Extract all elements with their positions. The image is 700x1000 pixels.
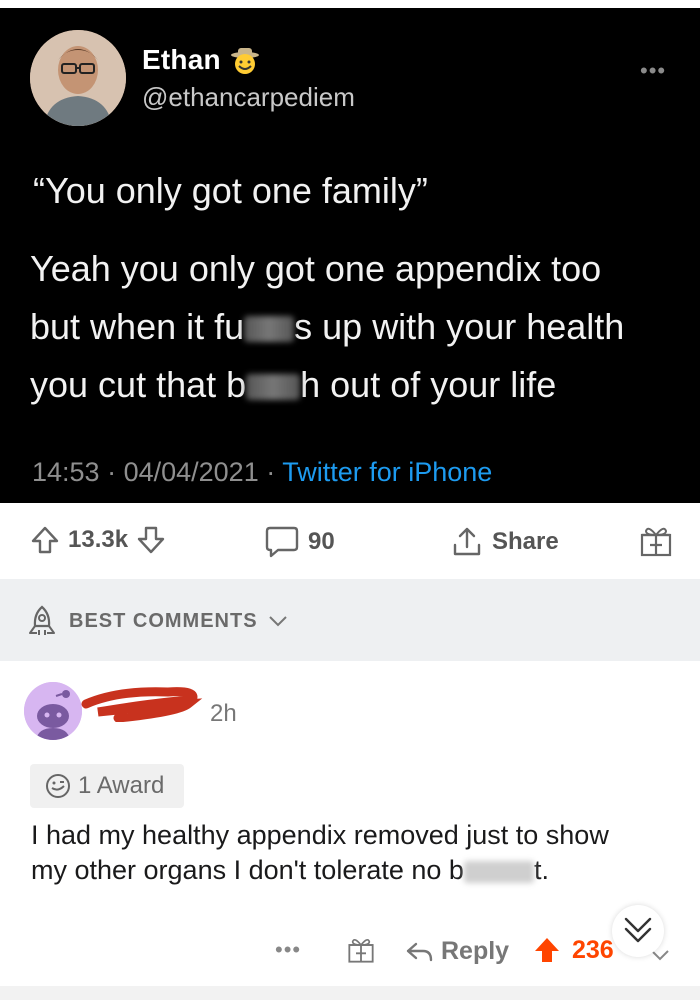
reply-arrow-icon — [406, 942, 433, 961]
author-name: Ethan — [142, 44, 221, 75]
top-border — [0, 0, 700, 8]
upvote-filled-icon[interactable] — [532, 935, 562, 965]
award-label: 1 Award — [78, 772, 165, 799]
share-icon — [453, 527, 481, 556]
more-dots-icon: ••• — [640, 58, 667, 83]
rocket-icon — [29, 605, 55, 635]
tweet-line-2-end: s up with your health — [294, 306, 625, 347]
tweet-time: 14:53 — [32, 457, 100, 487]
award-face-icon — [46, 774, 70, 798]
tweet-line-2-start: but when it fu — [30, 306, 245, 347]
chevron-down-icon — [268, 616, 287, 627]
award-badge[interactable]: 1 Award — [30, 764, 184, 808]
upvote-arrow-icon[interactable] — [30, 525, 60, 555]
comment-vote: 236 — [532, 935, 614, 965]
reply-label: Reply — [441, 937, 510, 965]
comment-time: 2h — [210, 700, 237, 727]
commenter-avatar[interactable] — [24, 682, 82, 740]
tweet-quote-line: “You only got one family” — [33, 170, 428, 211]
bottom-divider — [0, 986, 700, 1000]
comment-bubble-icon — [265, 526, 299, 558]
comment-action-row: ••• Reply 236 — [0, 925, 700, 985]
tweet-line-3-end: h out of your life — [300, 364, 557, 405]
comment-score: 236 — [572, 935, 614, 964]
sort-label: BEST COMMENTS — [69, 609, 258, 632]
post-action-bar: 13.3k 90 Share — [0, 503, 700, 579]
tweet-screenshot: Ethan @ethancarpediem ••• “You only got … — [0, 0, 700, 503]
reply-button[interactable]: Reply — [405, 937, 509, 966]
tweet-date: 04/04/2021 — [123, 457, 259, 487]
tweet-line-2: but when it fu s up with your health — [30, 306, 624, 348]
cowboy-emoji-icon — [231, 48, 259, 74]
tweet-source: Twitter for iPhone — [282, 457, 493, 487]
comment-sort-dropdown[interactable]: BEST COMMENTS — [25, 604, 288, 638]
tweet-line-3: you cut that b h out of your life — [30, 364, 556, 406]
downvote-arrow-icon[interactable] — [136, 525, 166, 555]
gift-award-icon[interactable] — [346, 935, 376, 965]
vote-control: 13.3k — [30, 525, 166, 555]
comment-text-end: t. — [533, 855, 549, 885]
gift-award-icon — [640, 527, 672, 557]
censor-blur — [246, 374, 301, 401]
more-options-icon[interactable]: ••• — [275, 937, 301, 963]
comment-text-b: b — [448, 855, 464, 885]
vote-count: 13.3k — [68, 526, 129, 553]
award-button[interactable] — [638, 523, 674, 559]
comments-count: 90 — [308, 528, 335, 555]
share-button[interactable]: Share — [450, 525, 559, 559]
author-avatar — [30, 30, 126, 126]
tweet-line-3-start: you cut that b — [30, 364, 247, 405]
comments-button[interactable]: 90 — [264, 525, 335, 559]
username-redaction-scribble — [81, 687, 203, 722]
comment-body: I had my healthy appendix removed just t… — [31, 818, 631, 888]
censor-blur — [244, 316, 295, 343]
censor-blur — [463, 860, 534, 883]
author-handle: @ethancarpediem — [142, 82, 355, 112]
share-label: Share — [492, 528, 559, 555]
double-chevron-down-icon — [624, 917, 652, 943]
jump-next-comment-button[interactable] — [612, 905, 664, 957]
tweet-line-1: Yeah you only got one appendix too — [30, 248, 602, 289]
tweet-meta: 14:53 · 04/04/2021 · Twitter for iPhone — [32, 457, 493, 487]
